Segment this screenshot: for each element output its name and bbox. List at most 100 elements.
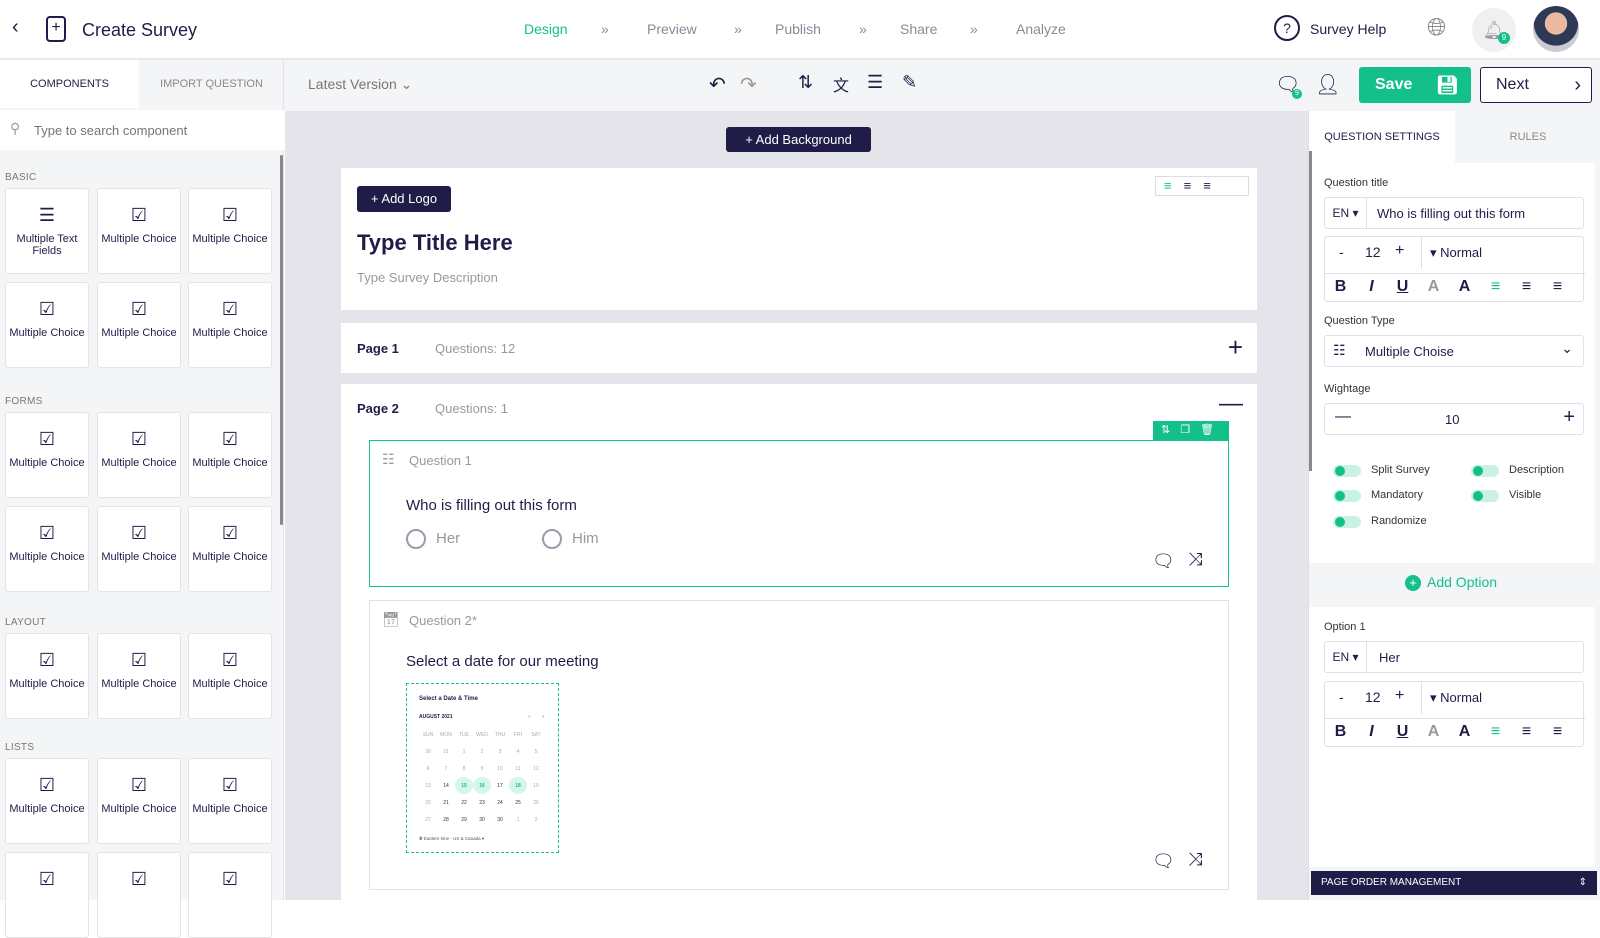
calendar-day[interactable]: 25 xyxy=(509,794,527,811)
calendar-day[interactable]: 14 xyxy=(437,777,455,794)
align-right-icon[interactable]: ≡ xyxy=(1542,723,1573,741)
calendar-day[interactable]: 11 xyxy=(509,760,527,777)
tab-components[interactable]: COMPONENTS xyxy=(0,60,139,108)
version-select[interactable]: Latest Version ⌄ xyxy=(308,76,412,93)
calendar-day[interactable]: 22 xyxy=(455,794,473,811)
brush-icon[interactable]: ✎ xyxy=(902,72,917,93)
component-tile[interactable]: ☑ xyxy=(188,852,272,938)
component-tile[interactable]: ☑Multiple Choice xyxy=(5,758,89,844)
avatar[interactable] xyxy=(1533,6,1579,52)
highlight-icon[interactable]: A xyxy=(1418,278,1449,296)
calendar-day[interactable]: 18 xyxy=(509,777,527,794)
tab-import-question[interactable]: IMPORT QUESTION xyxy=(139,60,284,108)
step-preview[interactable]: Preview xyxy=(647,21,697,37)
date-picker[interactable]: Select a Date & Time AUGUST 2021‹› SUNMO… xyxy=(406,683,559,853)
calendar-day[interactable]: 4 xyxy=(509,743,527,760)
decrease-button[interactable]: — xyxy=(1335,408,1351,426)
survey-help-link[interactable]: Survey Help xyxy=(1310,21,1386,37)
question-type-select[interactable]: ☷Multiple Choise⌄ xyxy=(1324,335,1584,367)
increase-size-button[interactable]: + xyxy=(1395,687,1404,705)
component-tile[interactable]: ☑Multiple Choice xyxy=(5,633,89,719)
notifications-button[interactable]: 🔔︎9 xyxy=(1472,8,1516,52)
randomize-toggle[interactable] xyxy=(1333,516,1361,528)
component-tile[interactable]: ☑Multiple Choice xyxy=(5,282,89,368)
underline-icon[interactable]: U xyxy=(1387,278,1418,296)
increase-size-button[interactable]: + xyxy=(1395,242,1404,260)
add-logo-button[interactable]: + Add Logo xyxy=(357,186,451,212)
decrease-size-button[interactable]: - xyxy=(1339,244,1344,260)
calendar-day[interactable]: 30 xyxy=(473,811,491,828)
calendar-day[interactable]: 26 xyxy=(527,794,545,811)
comment-icon[interactable]: 🗨︎ xyxy=(1152,851,1175,872)
undo-icon[interactable]: ↶ xyxy=(709,72,726,97)
step-publish[interactable]: Publish xyxy=(775,21,821,37)
calendar-day[interactable]: 1 xyxy=(509,811,527,828)
page-order-management-bar[interactable]: PAGE ORDER MANAGEMENT⇕ xyxy=(1311,871,1597,895)
component-tile[interactable]: ☑Multiple Choice xyxy=(97,282,181,368)
underline-icon[interactable]: U xyxy=(1387,723,1418,741)
calendar-day[interactable]: 27 xyxy=(419,811,437,828)
step-design[interactable]: Design xyxy=(524,21,568,37)
bold-icon[interactable]: B xyxy=(1325,723,1356,741)
settings-sliders-icon[interactable]: ☰ xyxy=(867,72,883,93)
collapse-minus-icon[interactable]: — xyxy=(1219,390,1243,418)
help-icon[interactable]: ? xyxy=(1274,15,1300,41)
align-left-icon[interactable]: ≡ xyxy=(1480,278,1511,296)
page-row-1[interactable]: Page 1 Questions: 12 + xyxy=(341,323,1257,373)
question-card-1[interactable]: ⇅❐🗑︎ ☷ Question 1 Who is filling out thi… xyxy=(369,440,1229,587)
duplicate-icon[interactable]: ❐ xyxy=(1180,424,1200,436)
calendar-day[interactable]: 2 xyxy=(473,743,491,760)
component-tile[interactable]: ☑Multiple Choice xyxy=(5,506,89,592)
calendar-day[interactable]: 16 xyxy=(473,777,491,794)
step-share[interactable]: Share xyxy=(900,21,937,37)
add-background-button[interactable]: + Add Background xyxy=(726,127,871,152)
align-right-icon[interactable]: ≡ xyxy=(1203,178,1223,193)
calendar-day[interactable]: 9 xyxy=(473,760,491,777)
font-size-value[interactable]: 12 xyxy=(1365,244,1381,260)
decrease-size-button[interactable]: - xyxy=(1339,689,1344,705)
visible-toggle[interactable] xyxy=(1471,490,1499,502)
font-color-icon[interactable]: A xyxy=(1449,278,1480,296)
calendar-day[interactable]: 30 xyxy=(491,811,509,828)
calendar-day[interactable]: 24 xyxy=(491,794,509,811)
delete-icon[interactable]: 🗑︎ xyxy=(1200,424,1224,436)
font-weight-select[interactable]: ▾ Normal xyxy=(1421,237,1585,269)
scrollbar[interactable] xyxy=(280,155,283,525)
language-select[interactable]: EN ▾ xyxy=(1325,198,1367,228)
font-color-icon[interactable]: A xyxy=(1449,723,1480,741)
next-button[interactable]: Next› xyxy=(1480,67,1592,103)
radio-button[interactable] xyxy=(542,529,562,549)
search-input[interactable] xyxy=(34,118,274,142)
calendar-day[interactable]: 6 xyxy=(419,760,437,777)
align-left-icon[interactable]: ≡ xyxy=(1164,178,1184,193)
component-tile[interactable]: ☑Multiple Choice xyxy=(97,188,181,274)
add-option-button[interactable]: +Add Option xyxy=(1405,574,1497,591)
component-tile[interactable]: ☑Multiple Choice xyxy=(188,412,272,498)
language-select[interactable]: EN ▾ xyxy=(1325,642,1367,672)
component-tile[interactable]: ☑Multiple Choice xyxy=(188,758,272,844)
calendar-day[interactable]: 7 xyxy=(437,760,455,777)
calendar-day[interactable]: 10 xyxy=(491,760,509,777)
font-size-value[interactable]: 12 xyxy=(1365,689,1381,705)
survey-title[interactable]: Type Title Here xyxy=(357,230,513,256)
calendar-day[interactable]: 29 xyxy=(455,811,473,828)
calendar-day[interactable]: 21 xyxy=(437,794,455,811)
translate-icon[interactable]: 文 xyxy=(833,72,849,96)
tab-question-settings[interactable]: QUESTION SETTINGS xyxy=(1309,111,1455,163)
back-icon[interactable]: ‹ xyxy=(12,16,19,39)
calendar-day[interactable]: 8 xyxy=(455,760,473,777)
calendar-day[interactable]: 20 xyxy=(419,794,437,811)
option-her[interactable]: Her xyxy=(406,529,460,549)
highlight-icon[interactable]: A xyxy=(1418,723,1449,741)
component-tile[interactable]: ☑Multiple Choice xyxy=(188,188,272,274)
align-left-icon[interactable]: ≡ xyxy=(1480,723,1511,741)
calendar-day[interactable]: 3 xyxy=(491,743,509,760)
alignment-group[interactable]: ≡≡≡ xyxy=(1155,176,1249,196)
option-him[interactable]: Him xyxy=(542,529,599,549)
add-user-icon[interactable]: 👤︎ xyxy=(1315,72,1340,97)
calendar-day[interactable]: 13 xyxy=(419,777,437,794)
increase-button[interactable]: + xyxy=(1563,406,1575,429)
expand-plus-icon[interactable]: + xyxy=(1228,332,1243,363)
align-center-icon[interactable]: ≡ xyxy=(1511,723,1542,741)
redo-icon[interactable]: ↷ xyxy=(740,72,757,97)
